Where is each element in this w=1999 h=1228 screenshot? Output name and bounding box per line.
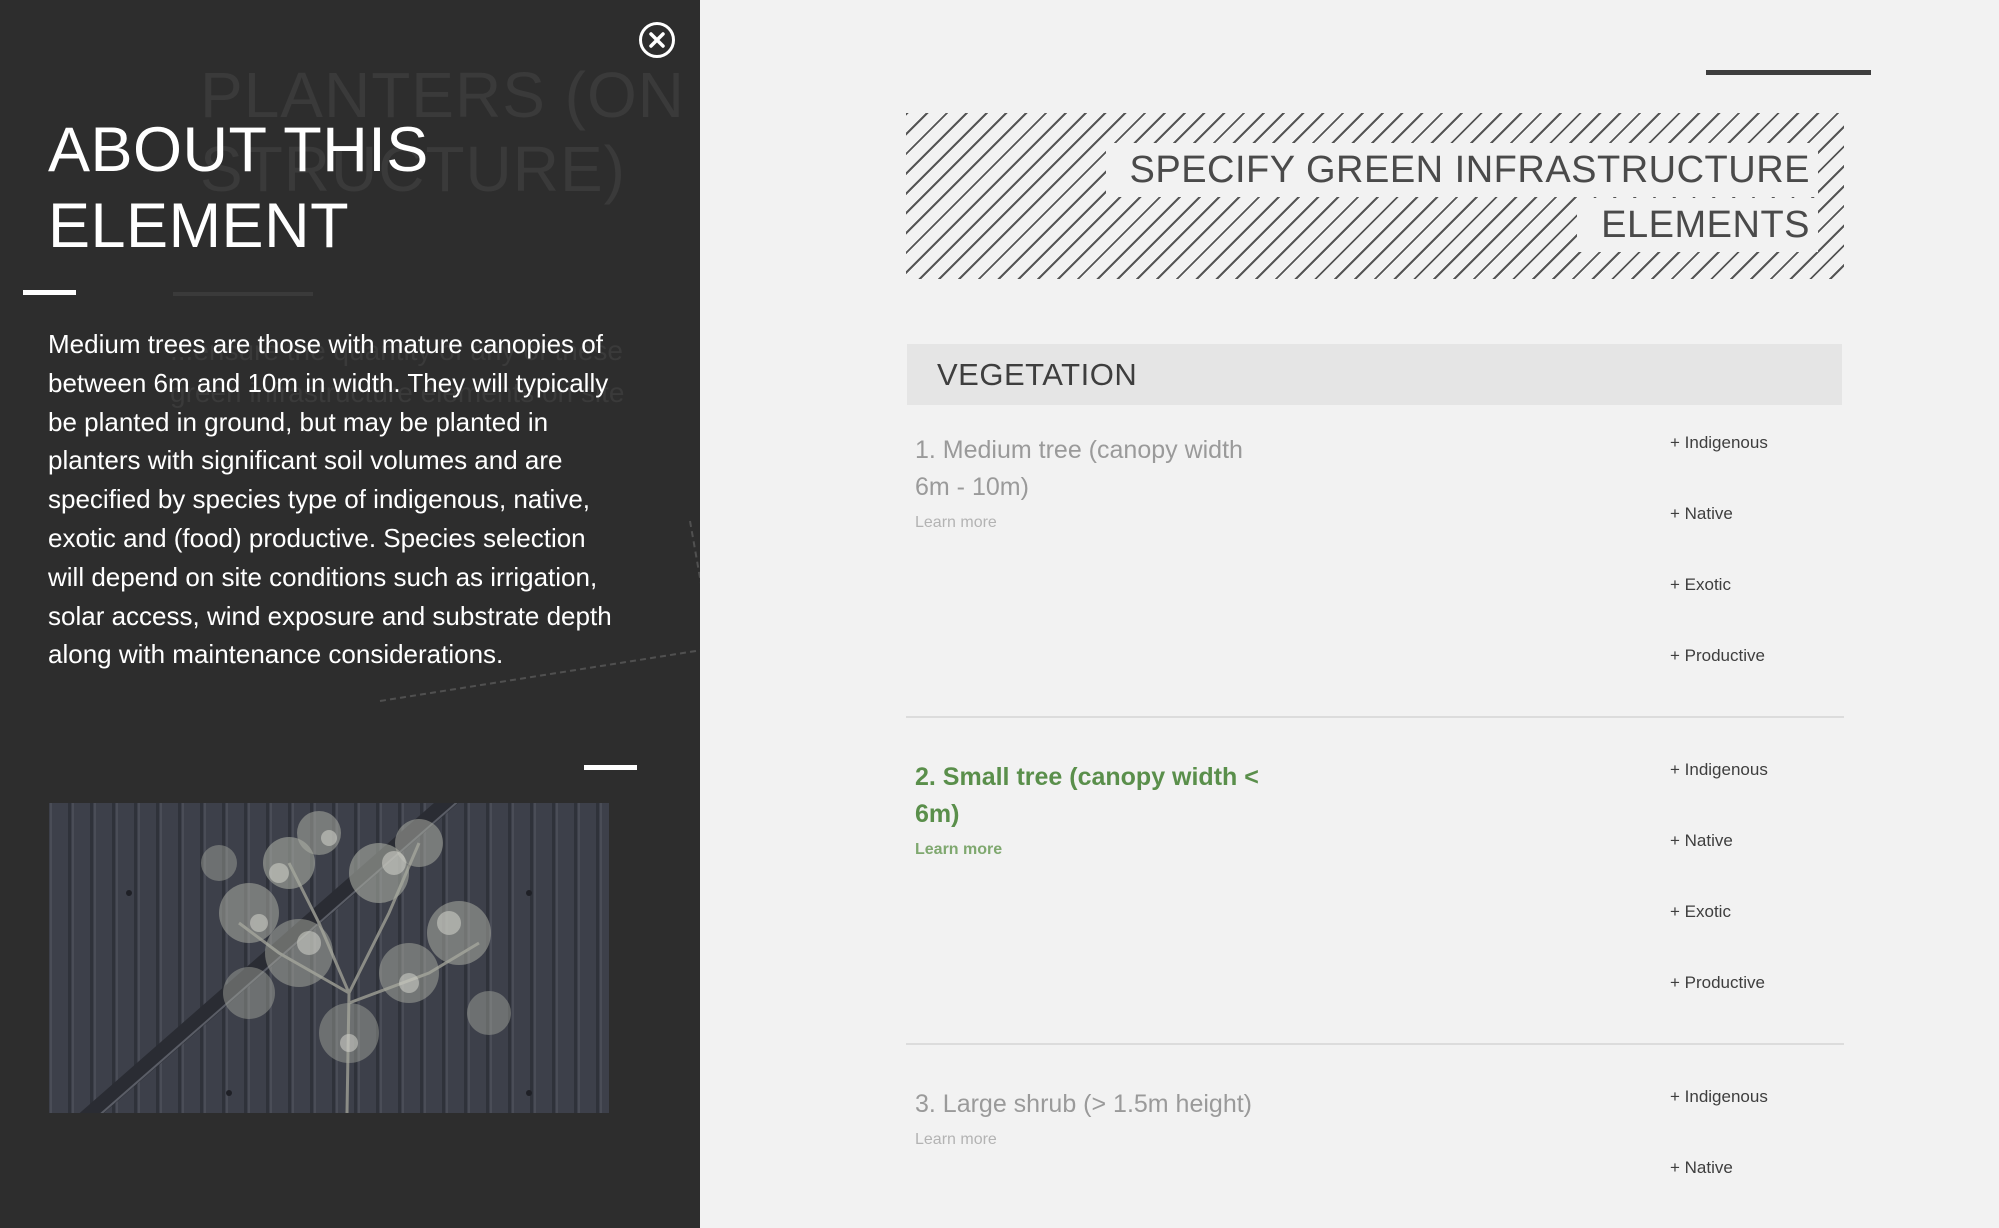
learn-more-link[interactable]: Learn more [915,1130,997,1150]
panel-title-line-1: ABOUT THIS [48,115,429,185]
background-divider [173,292,313,296]
background-dashed-line [689,520,700,650]
close-icon[interactable] [638,21,676,59]
section-title-line-1: SPECIFY GREEN INFRASTRUCTURE [1105,143,1818,197]
option-productive[interactable]: + Productive [1670,645,1765,667]
element-name-line-2: 6m) [915,800,960,828]
element-name[interactable]: 1. Medium tree (canopy width 6m - 10m) [915,432,1335,506]
option-indigenous[interactable]: + Indigenous [1670,432,1768,454]
element-name-line-1: 1. Medium tree (canopy width [915,436,1243,464]
option-exotic[interactable]: + Exotic [1670,574,1731,596]
element-row-medium-tree: 1. Medium tree (canopy width 6m - 10m) L… [906,432,1844,712]
element-description: Medium trees are those with mature canop… [48,329,612,670]
panel-title: ABOUT THIS ELEMENT [48,112,608,264]
option-indigenous[interactable]: + Indigenous [1670,1086,1768,1108]
element-photo [49,803,609,1113]
learn-more-link[interactable]: Learn more [915,840,1002,860]
panel-title-line-2: ELEMENT [48,191,350,261]
learn-more-link[interactable]: Learn more [915,513,997,533]
category-header-vegetation: VEGETATION [907,344,1842,405]
option-native[interactable]: + Native [1670,830,1733,852]
description-divider [584,765,637,770]
element-name-line-1: 3. Large shrub (> 1.5m height) [915,1090,1252,1118]
element-name-line-2: 6m - 10m) [915,473,1029,501]
element-name-line-1: 2. Small tree (canopy width < [915,763,1259,791]
title-underline [23,290,76,295]
element-name[interactable]: 3. Large shrub (> 1.5m height) [915,1086,1335,1123]
category-label: VEGETATION [937,357,1138,392]
option-native[interactable]: + Native [1670,503,1733,525]
section-header: SPECIFY GREEN INFRASTRUCTURE ELEMENTS [906,113,1844,279]
option-native[interactable]: + Native [1670,1157,1733,1179]
row-divider [906,1043,1844,1045]
option-productive[interactable]: + Productive [1670,972,1765,994]
element-row-small-tree: 2. Small tree (canopy width < 6m) Learn … [906,759,1844,1039]
element-name[interactable]: 2. Small tree (canopy width < 6m) [915,759,1335,833]
header-top-rule [1706,70,1871,75]
option-exotic[interactable]: + Exotic [1670,901,1731,923]
row-divider [906,716,1844,718]
about-element-panel: PLANTERS (ON STRUCTURE) ...ensure the qu… [0,0,700,1228]
section-title-line-2: ELEMENTS [1577,198,1818,252]
option-indigenous[interactable]: + Indigenous [1670,759,1768,781]
element-row-large-shrub: 3. Large shrub (> 1.5m height) Learn mor… [906,1086,1844,1228]
